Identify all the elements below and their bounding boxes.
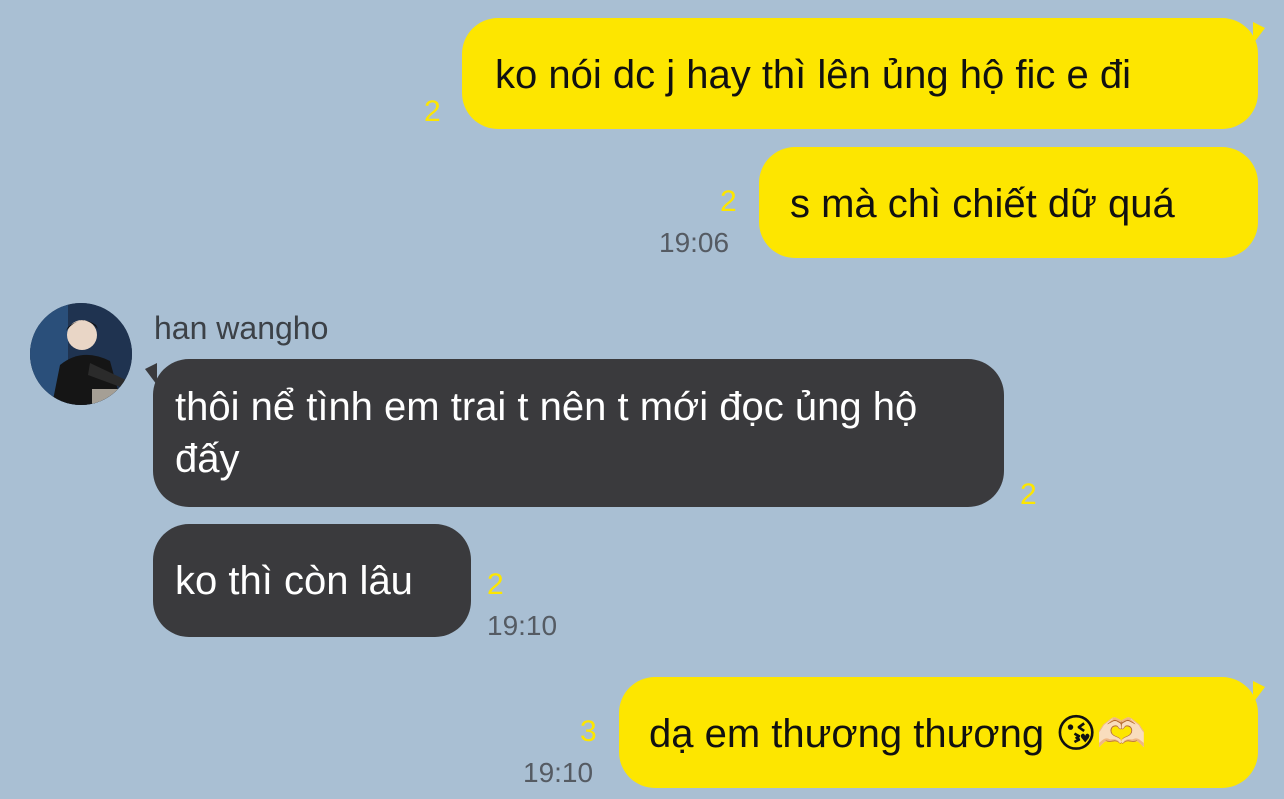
unread-count: 2 bbox=[487, 568, 504, 601]
message-text: ko thì còn lâu bbox=[175, 559, 413, 603]
message-text: ko nói dc j hay thì lên ủng hộ fic e đi bbox=[495, 53, 1131, 97]
avatar[interactable] bbox=[30, 303, 132, 405]
message-bubble-incoming[interactable]: ko thì còn lâu bbox=[153, 524, 471, 637]
unread-count: 3 bbox=[580, 715, 597, 748]
message-bubble-outgoing[interactable]: s mà chì chiết dữ quá bbox=[759, 147, 1258, 258]
avatar-photo bbox=[30, 303, 132, 405]
unread-count: 2 bbox=[720, 185, 737, 218]
unread-count: 2 bbox=[1020, 478, 1037, 511]
message-text: s mà chì chiết dữ quá bbox=[790, 182, 1175, 226]
message-bubble-outgoing[interactable]: ko nói dc j hay thì lên ủng hộ fic e đi bbox=[462, 18, 1258, 129]
message-timestamp: 19:10 bbox=[487, 610, 558, 641]
message-text: dạ em thương thương 😘🫶🏻 bbox=[649, 712, 1147, 756]
message-bubble-outgoing[interactable]: dạ em thương thương 😘🫶🏻 bbox=[619, 677, 1258, 788]
sender-name: han wangho bbox=[154, 310, 329, 346]
message-timestamp: 19:10 bbox=[523, 757, 594, 788]
message-bubble-incoming[interactable]: thôi nể tình em trai t nên t mới đọc ủng… bbox=[153, 359, 1004, 507]
unread-count: 2 bbox=[424, 95, 441, 128]
message-text: thôi nể tình em trai t nên t mới đọc ủng… bbox=[175, 385, 918, 481]
message-timestamp: 19:06 bbox=[659, 227, 730, 258]
